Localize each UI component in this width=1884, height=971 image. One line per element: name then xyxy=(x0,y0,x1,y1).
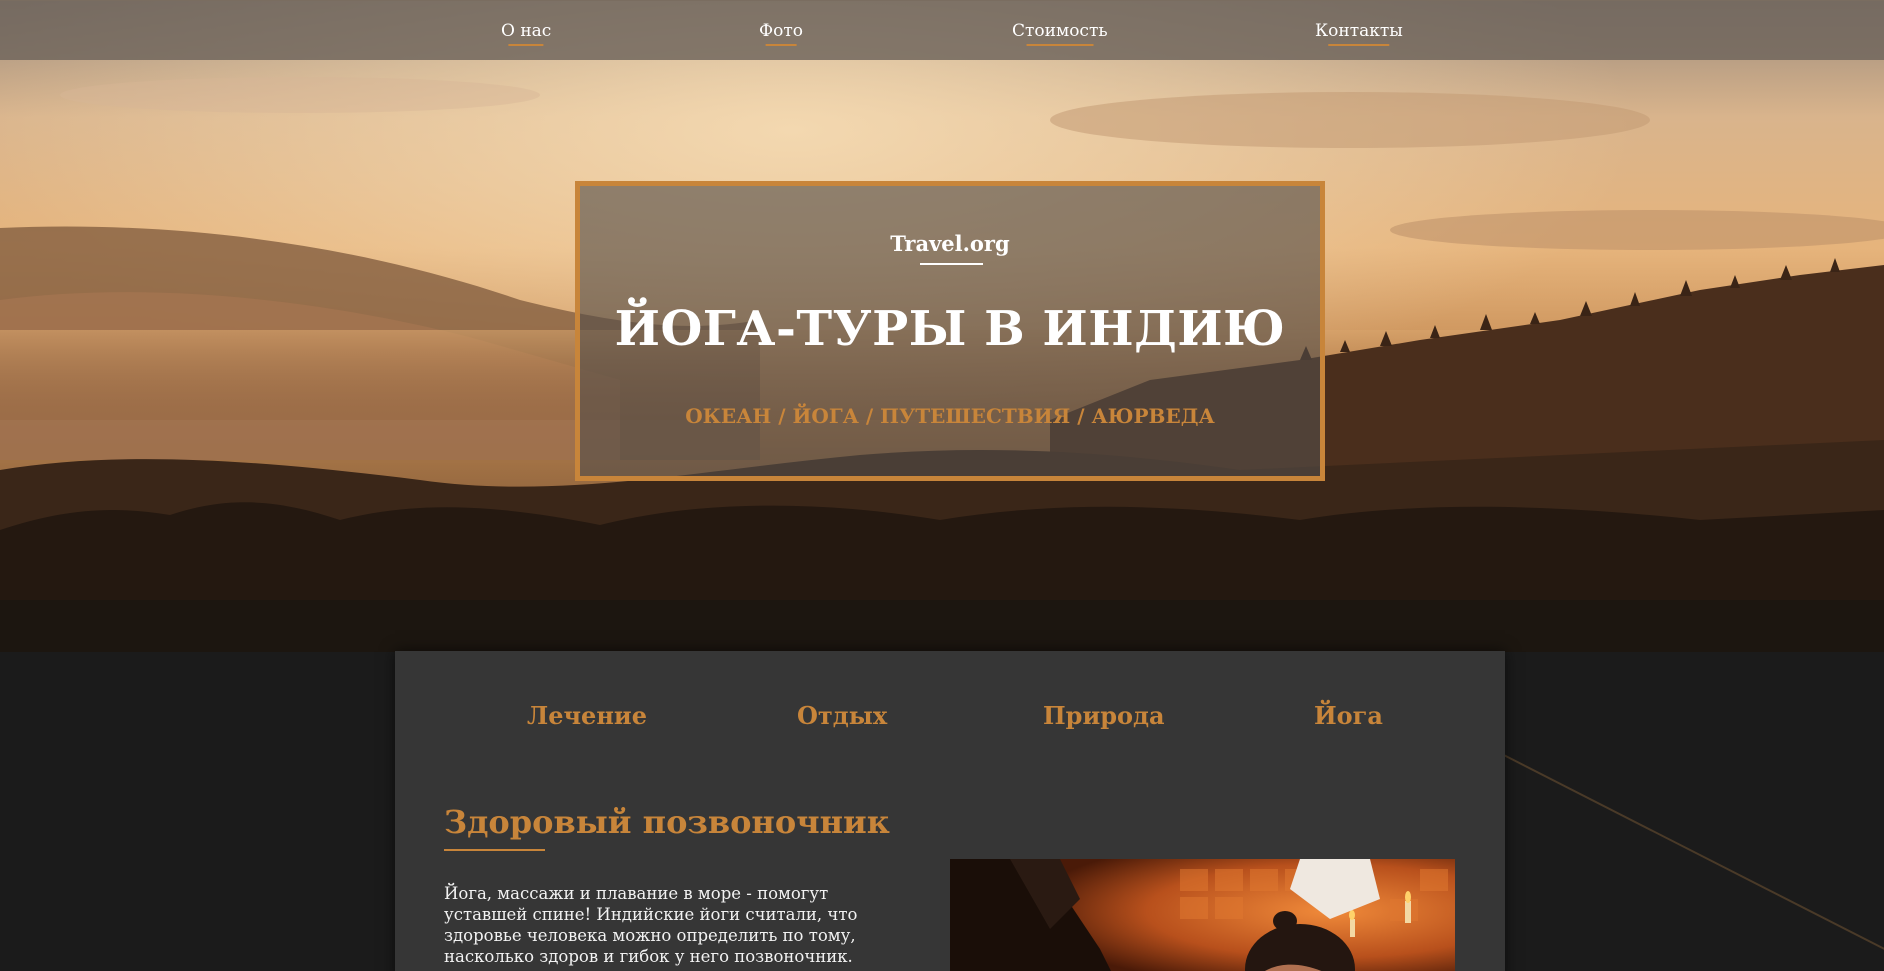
hero-banner: Travel.org ЙОГА-ТУРЫ В ИНДИЮ ОКЕАН / ЙОГ… xyxy=(575,181,1325,481)
section-text: Йога, массажи и плавание в море - помогу… xyxy=(444,884,858,966)
brand-name: Travel.org xyxy=(890,231,1010,256)
massage-photo xyxy=(950,859,1455,971)
category-link-rest[interactable]: Отдых xyxy=(797,701,887,730)
nav-link-photo[interactable]: Фото xyxy=(759,21,803,45)
category-link-treatment[interactable]: Лечение xyxy=(527,701,647,730)
section-title: Здоровый позвоночник xyxy=(444,803,890,841)
content-panel: Лечение Отдых Природа Йога Здоровый позв… xyxy=(395,651,1505,971)
nav-link-pricing[interactable]: Стоимость xyxy=(1012,21,1108,45)
page: О нас Фото Стоимость Контакты Travel.org… xyxy=(0,0,1884,971)
category-link-nature[interactable]: Природа xyxy=(1043,701,1165,730)
nav-link-about[interactable]: О нас xyxy=(501,21,551,45)
brand-underline xyxy=(920,263,983,265)
hero-tags: ОКЕАН / ЙОГА / ПУТЕШЕСТВИЯ / АЮРВЕДА xyxy=(685,404,1215,428)
nav-link-contacts[interactable]: Контакты xyxy=(1315,21,1403,45)
section-title-underline xyxy=(444,849,545,851)
category-link-yoga[interactable]: Йога xyxy=(1314,701,1383,730)
top-navigation: О нас Фото Стоимость Контакты xyxy=(0,0,1884,60)
decorative-diagonal-line xyxy=(1499,752,1884,954)
hero-title: ЙОГА-ТУРЫ В ИНДИЮ xyxy=(614,301,1286,357)
